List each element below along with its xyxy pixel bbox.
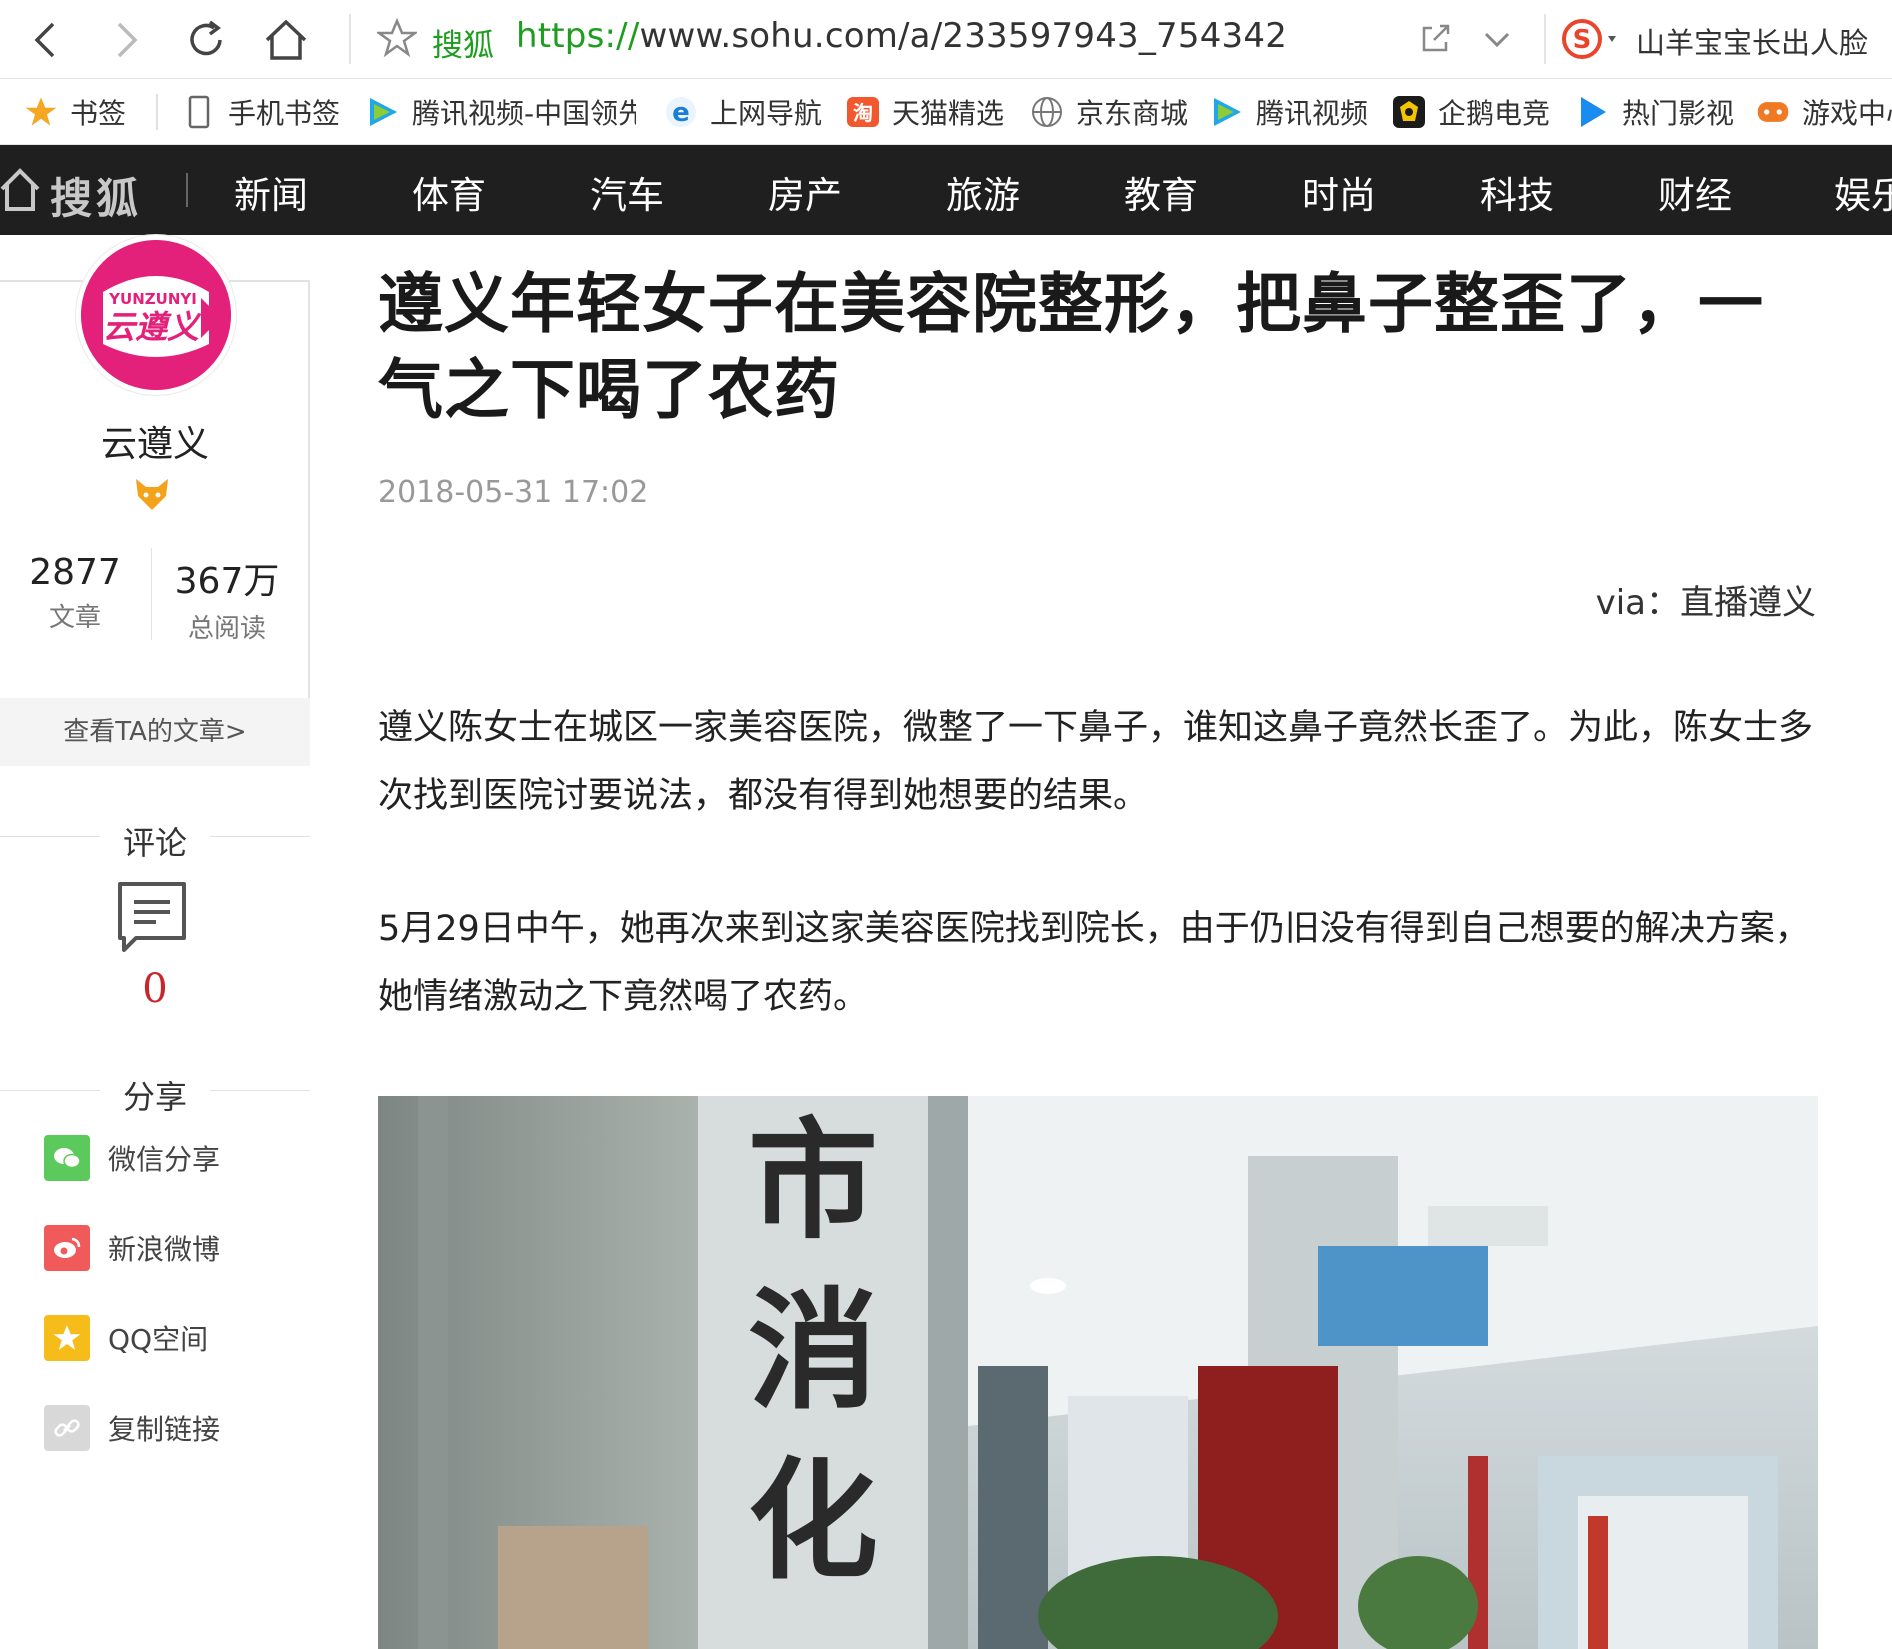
- penguin-esports-icon: [1392, 95, 1426, 129]
- sohu-logo[interactable]: 搜狐: [50, 165, 142, 226]
- svg-text:S: S: [1573, 25, 1592, 55]
- share-icon[interactable]: [1418, 20, 1454, 56]
- reads-label: 总阅读: [187, 614, 266, 644]
- tmall-icon: 淘: [846, 95, 880, 129]
- qzone-star-icon: [44, 1315, 90, 1361]
- bookmark-item[interactable]: 游戏中心: [1756, 79, 1892, 144]
- svg-text:e: e: [672, 98, 690, 128]
- share-copy-link[interactable]: 复制链接: [44, 1405, 220, 1451]
- wall-sign-char: 市: [748, 1104, 878, 1257]
- tencent-video-icon: [1210, 95, 1244, 129]
- url-protocol: https://: [516, 16, 640, 56]
- gamepad-icon: [1756, 95, 1790, 129]
- chevron-right-icon: [117, 22, 138, 58]
- share-qzone[interactable]: QQ空间: [44, 1315, 208, 1361]
- reads-count: 367万: [174, 561, 280, 602]
- bookmarks-separator: [156, 94, 158, 130]
- article-title: 遵义年轻女子在美容院整形，把鼻子整歪了，一气之下喝了农药: [378, 267, 1765, 428]
- share-title: 分享: [122, 1078, 187, 1116]
- star-icon: [24, 95, 58, 129]
- articles-label: 文章: [48, 603, 101, 633]
- wall-sign-char: 化: [748, 1444, 878, 1597]
- nav-item-finance[interactable]: 财经: [1658, 165, 1732, 219]
- url-path: www.sohu.com/a/233597943_754342: [639, 16, 1288, 56]
- bookmark-star-icon[interactable]: [377, 18, 417, 58]
- wall-sign-char: 消: [748, 1274, 878, 1427]
- reload-icon: [190, 20, 222, 56]
- nav-item-education[interactable]: 教育: [1124, 165, 1198, 219]
- comments-title: 评论: [122, 824, 187, 862]
- fox-badge-icon: [136, 479, 168, 510]
- reload-button[interactable]: [178, 12, 234, 68]
- avatar-logo: YUNZUNYI 云遵义: [81, 240, 231, 390]
- author-name[interactable]: 云遵义: [0, 415, 310, 467]
- home-icon: [265, 19, 307, 60]
- bookmark-item[interactable]: 腾讯视频: [1210, 79, 1368, 144]
- share-weibo-label: 新浪微博: [108, 1233, 221, 1266]
- address-bar-separator: [349, 14, 351, 64]
- svg-text:淘: 淘: [853, 101, 873, 125]
- url-field[interactable]: https://www.sohu.com/a/233597943_754342: [516, 16, 1287, 56]
- home-button[interactable]: [258, 12, 314, 68]
- author-avatar[interactable]: YUNZUNYI 云遵义: [76, 235, 236, 395]
- wechat-icon: [44, 1135, 90, 1181]
- nav-item-sports[interactable]: 体育: [412, 165, 486, 219]
- nav-item-tech[interactable]: 科技: [1480, 165, 1554, 219]
- share-weibo[interactable]: 新浪微博: [44, 1225, 220, 1271]
- search-suggestion[interactable]: 山羊宝宝长出人脸: [1636, 20, 1868, 62]
- nav-item-fashion[interactable]: 时尚: [1302, 165, 1376, 219]
- search-separator: [1544, 14, 1546, 64]
- chevron-down-icon[interactable]: [1480, 22, 1514, 56]
- stat-articles: 2877 文章: [0, 552, 150, 634]
- articles-count: 2877: [29, 552, 121, 593]
- bookmark-item[interactable]: 手机书签: [182, 79, 340, 144]
- address-bar: 搜狐 https://www.sohu.com/a/233597943_7543…: [0, 0, 1892, 79]
- hospital-interior-photo: 市 消 化: [378, 1096, 1818, 1649]
- bookmarks-bar: 书签 手机书签 腾讯视频-中国领先 e 上网导航 淘 天猫精选 京东商城 腾讯视…: [0, 79, 1892, 145]
- share-wechat[interactable]: 微信分享: [44, 1135, 220, 1181]
- sogou-search-icon[interactable]: S: [1560, 16, 1630, 62]
- share-copy-link-label: 复制链接: [108, 1413, 221, 1446]
- site-name-label: 搜狐: [432, 28, 494, 64]
- logo-separator: [186, 173, 188, 207]
- avatar-text-top: YUNZUNYI: [108, 290, 197, 308]
- tencent-video-icon: [366, 95, 400, 129]
- bookmark-item[interactable]: 热门影视: [1576, 79, 1734, 144]
- phone-icon: [182, 95, 216, 129]
- link-icon: [44, 1405, 90, 1451]
- view-articles-link[interactable]: 查看TA的文章>: [0, 698, 310, 766]
- comment-count[interactable]: 0: [0, 966, 310, 1012]
- nav-item-news[interactable]: 新闻: [234, 165, 308, 219]
- article-paragraph: 5月29日中午，她再次来到这家美容医院找到院长，由于仍旧没有得到自己想要的解决方…: [378, 909, 1810, 1017]
- bookmark-item[interactable]: 企鹅电竞: [1392, 79, 1550, 144]
- globe-icon: [1030, 95, 1064, 129]
- article-paragraph: 遵义陈女士在城区一家美容医院，微整了一下鼻子，谁知这鼻子竟然长歪了。为此，陈女士…: [378, 708, 1814, 816]
- back-button[interactable]: [18, 12, 74, 68]
- home-icon[interactable]: [0, 167, 40, 213]
- site-navigation: 搜狐 新闻 体育 汽车 房产 旅游 教育 时尚 科技 财经 娱乐: [0, 145, 1892, 235]
- ie-icon: e: [664, 95, 698, 129]
- nav-item-travel[interactable]: 旅游: [946, 165, 1020, 219]
- stat-reads: 367万 总阅读: [152, 552, 302, 645]
- article-timestamp: 2018-05-31 17:02: [378, 475, 649, 510]
- bookmark-item[interactable]: 腾讯视频-中国领先: [366, 79, 636, 144]
- bookmark-item[interactable]: e 上网导航: [664, 79, 822, 144]
- share-wechat-label: 微信分享: [108, 1143, 221, 1176]
- bookmark-item[interactable]: 书签: [24, 79, 126, 144]
- article-source: via：直播遵义: [1595, 583, 1816, 623]
- nav-item-auto[interactable]: 汽车: [590, 165, 664, 219]
- bookmark-item[interactable]: 京东商城: [1030, 79, 1188, 144]
- article-photo[interactable]: 市 消 化: [378, 1096, 1818, 1649]
- weibo-icon: [44, 1225, 90, 1271]
- bookmark-item[interactable]: 淘 天猫精选: [846, 79, 1004, 144]
- comment-icon[interactable]: [116, 880, 188, 954]
- chevron-left-icon: [34, 22, 55, 58]
- nav-item-entertainment[interactable]: 娱乐: [1834, 165, 1892, 219]
- avatar-text-main: 云遵义: [103, 308, 202, 346]
- forward-button[interactable]: [98, 12, 154, 68]
- play-icon: [1576, 95, 1610, 129]
- nav-item-realestate[interactable]: 房产: [768, 165, 842, 219]
- share-qzone-label: QQ空间: [108, 1323, 209, 1356]
